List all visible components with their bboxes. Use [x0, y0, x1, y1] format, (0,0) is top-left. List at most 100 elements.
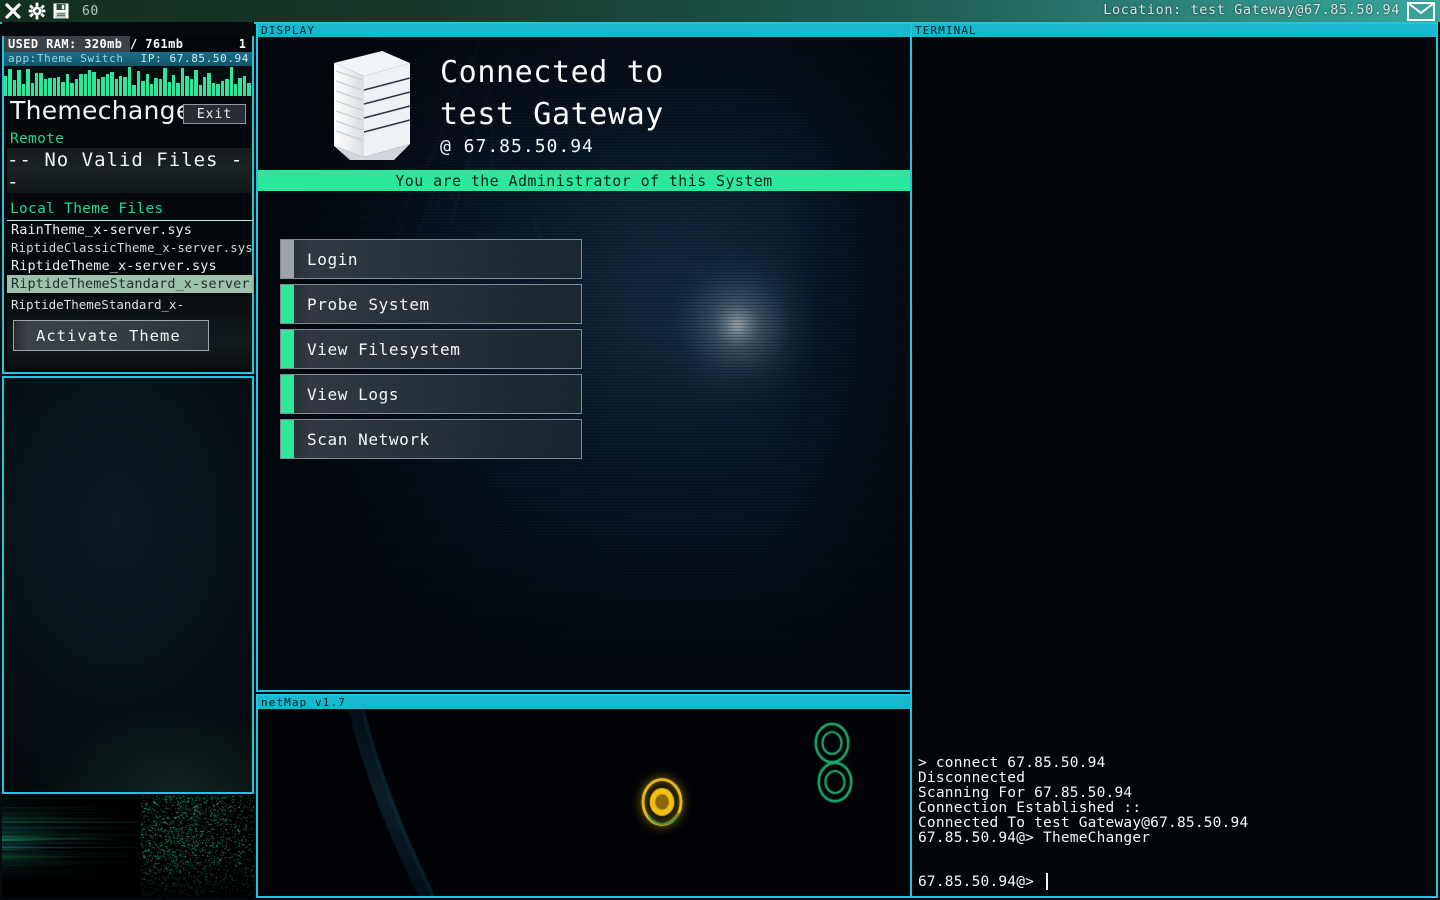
terminal-prompt-row[interactable]: 67.85.50.94@>	[918, 873, 1049, 890]
ram-graph-bar	[238, 78, 242, 96]
ram-graph-bar	[242, 76, 247, 96]
action-accent-bar	[281, 375, 294, 413]
themechanger-app: Themechanger Exit Remote -- No Valid Fil…	[2, 96, 254, 374]
ram-graph-bar	[17, 70, 21, 96]
ram-module-row[interactable]: app:Theme Switch IP: 67.85.50.94	[2, 52, 254, 66]
ram-graph-bar	[74, 79, 79, 96]
target-name-line: test Gateway	[440, 97, 664, 132]
hacknet-desktop: 60 Location: test Gateway@67.85.50.94 RA…	[0, 0, 1440, 900]
terminal-body[interactable]: > connect 67.85.50.94 Disconnected Scannin…	[912, 37, 1436, 896]
terminal-output: > connect 67.85.50.94 Disconnected Scannin…	[918, 756, 1248, 846]
action-accent-bar	[281, 240, 294, 278]
ram-usage-label: USED RAM: 320mb / 761mb	[8, 37, 184, 51]
activate-area: Activate Theme	[7, 314, 251, 368]
ram-graph-bar	[154, 78, 158, 96]
remote-files-box: -- No Valid Files --	[7, 148, 251, 193]
terminal-prompt-label: 67.85.50.94@>	[918, 873, 1035, 890]
display-panel-body: Connected to test Gateway @ 67.85.50.94 …	[258, 37, 910, 690]
ram-graph-bar	[30, 83, 34, 96]
ram-graph-bar	[202, 77, 207, 96]
terminal-line: > connect 67.85.50.94	[918, 755, 1106, 771]
display-panel: DISPLAY Connected to test Gateway @ 67.8…	[256, 22, 912, 692]
ram-graph-bar	[132, 85, 136, 96]
action-button[interactable]: Probe System	[280, 284, 582, 324]
ram-graph-bar	[101, 77, 105, 96]
admin-status-banner: You are the Administrator of this System	[258, 170, 910, 191]
netmap-panel: netMap v1.7	[256, 694, 912, 898]
ram-graph-bar	[34, 73, 39, 96]
theme-file-item[interactable]: RiptideClassicTheme_x-server.sys	[7, 239, 253, 257]
terminal-line: Connection Established ::	[918, 800, 1142, 816]
action-accent-bar	[281, 420, 294, 458]
ram-graph-bar	[92, 72, 96, 96]
ram-module-name: app:Theme Switch	[8, 52, 124, 65]
action-accent-bar	[281, 285, 294, 323]
static-noise-canvas	[2, 796, 254, 898]
netmap-background-canvas	[258, 709, 910, 896]
ram-graph-bar	[211, 83, 216, 96]
exit-button[interactable]: Exit	[183, 104, 246, 124]
left-empty-panel	[2, 376, 254, 794]
theme-file-item[interactable]: RainTheme_x-server.sys	[7, 221, 253, 239]
static-noise-strip	[2, 796, 254, 898]
action-button-label: Probe System	[307, 294, 430, 314]
ram-graph-bar	[149, 84, 154, 96]
ram-activity-graph	[2, 66, 254, 96]
ram-graph-bar	[194, 70, 198, 96]
ram-graph-bar	[65, 74, 70, 96]
ram-graph-bar	[105, 74, 110, 96]
top-bar: 60 Location: test Gateway@67.85.50.94	[0, 0, 1440, 22]
ram-graph-bar	[207, 73, 211, 96]
ram-graph-bar	[79, 74, 83, 96]
ram-graph-bar	[198, 85, 202, 96]
action-accent-bar	[281, 330, 294, 368]
ram-graph-bar	[145, 74, 149, 96]
terminal-line: Connected To test Gateway@67.85.50.94	[918, 815, 1249, 831]
ram-graph-bar	[4, 76, 8, 96]
action-button-label: View Filesystem	[307, 339, 461, 359]
theme-file-item[interactable]: RiptideThemeStandard_x-server.sys	[7, 275, 253, 293]
terminal-panel-title: TERMINAL	[912, 24, 1436, 37]
mail-icon[interactable]	[1402, 1, 1438, 21]
selected-file-strip: RiptideThemeStandard_x-server.sys	[7, 296, 251, 330]
ram-graph-bar	[118, 76, 123, 96]
ram-graph-bar	[61, 82, 65, 96]
ram-graph-bar	[43, 79, 48, 96]
action-button[interactable]: View Filesystem	[280, 329, 582, 369]
ram-graph-bar	[167, 82, 172, 96]
ram-graph-bar	[233, 84, 238, 96]
server-rack-icon	[334, 51, 411, 160]
ram-graph-bar	[83, 74, 88, 96]
ram-graph-bar	[189, 79, 194, 96]
action-button[interactable]: Login	[280, 239, 582, 279]
ram-graph-bar	[247, 83, 251, 96]
display-panel-title: DISPLAY	[258, 24, 910, 37]
ram-graph-bar	[172, 75, 176, 96]
close-icon[interactable]	[4, 2, 22, 20]
ram-graph-bar	[26, 69, 30, 96]
ram-graph-bar	[123, 77, 127, 96]
action-button[interactable]: View Logs	[280, 374, 582, 414]
left-empty-glow	[4, 652, 252, 792]
ram-graph-bar	[220, 81, 225, 96]
ram-graph-bar	[52, 78, 57, 96]
target-ip-line: @ 67.85.50.94	[440, 136, 594, 157]
terminal-line: Scanning For 67.85.50.94	[918, 785, 1133, 801]
save-icon[interactable]	[52, 2, 70, 20]
action-button[interactable]: Scan Network	[280, 419, 582, 459]
netmap-body[interactable]	[258, 709, 910, 896]
action-button-label: View Logs	[307, 384, 400, 404]
terminal-line: 67.85.50.94@> ThemeChanger	[918, 830, 1151, 846]
ram-graph-bar	[127, 67, 132, 96]
activate-theme-button[interactable]: Activate Theme	[13, 320, 209, 351]
ram-graph-bar	[136, 71, 141, 96]
ram-graph-bar	[57, 77, 61, 96]
ram-module-ip: IP: 67.85.50.94	[140, 52, 249, 65]
gear-icon[interactable]	[28, 2, 46, 20]
action-button-label: Scan Network	[307, 429, 430, 449]
ram-graph-bar	[114, 79, 118, 96]
remote-empty-message: -- No Valid Files --	[7, 148, 244, 193]
ram-graph-bar	[225, 79, 229, 96]
location-indicator: Location: test Gateway@67.85.50.94	[1103, 2, 1400, 18]
theme-file-item[interactable]: RiptideTheme_x-server.sys	[7, 257, 253, 275]
